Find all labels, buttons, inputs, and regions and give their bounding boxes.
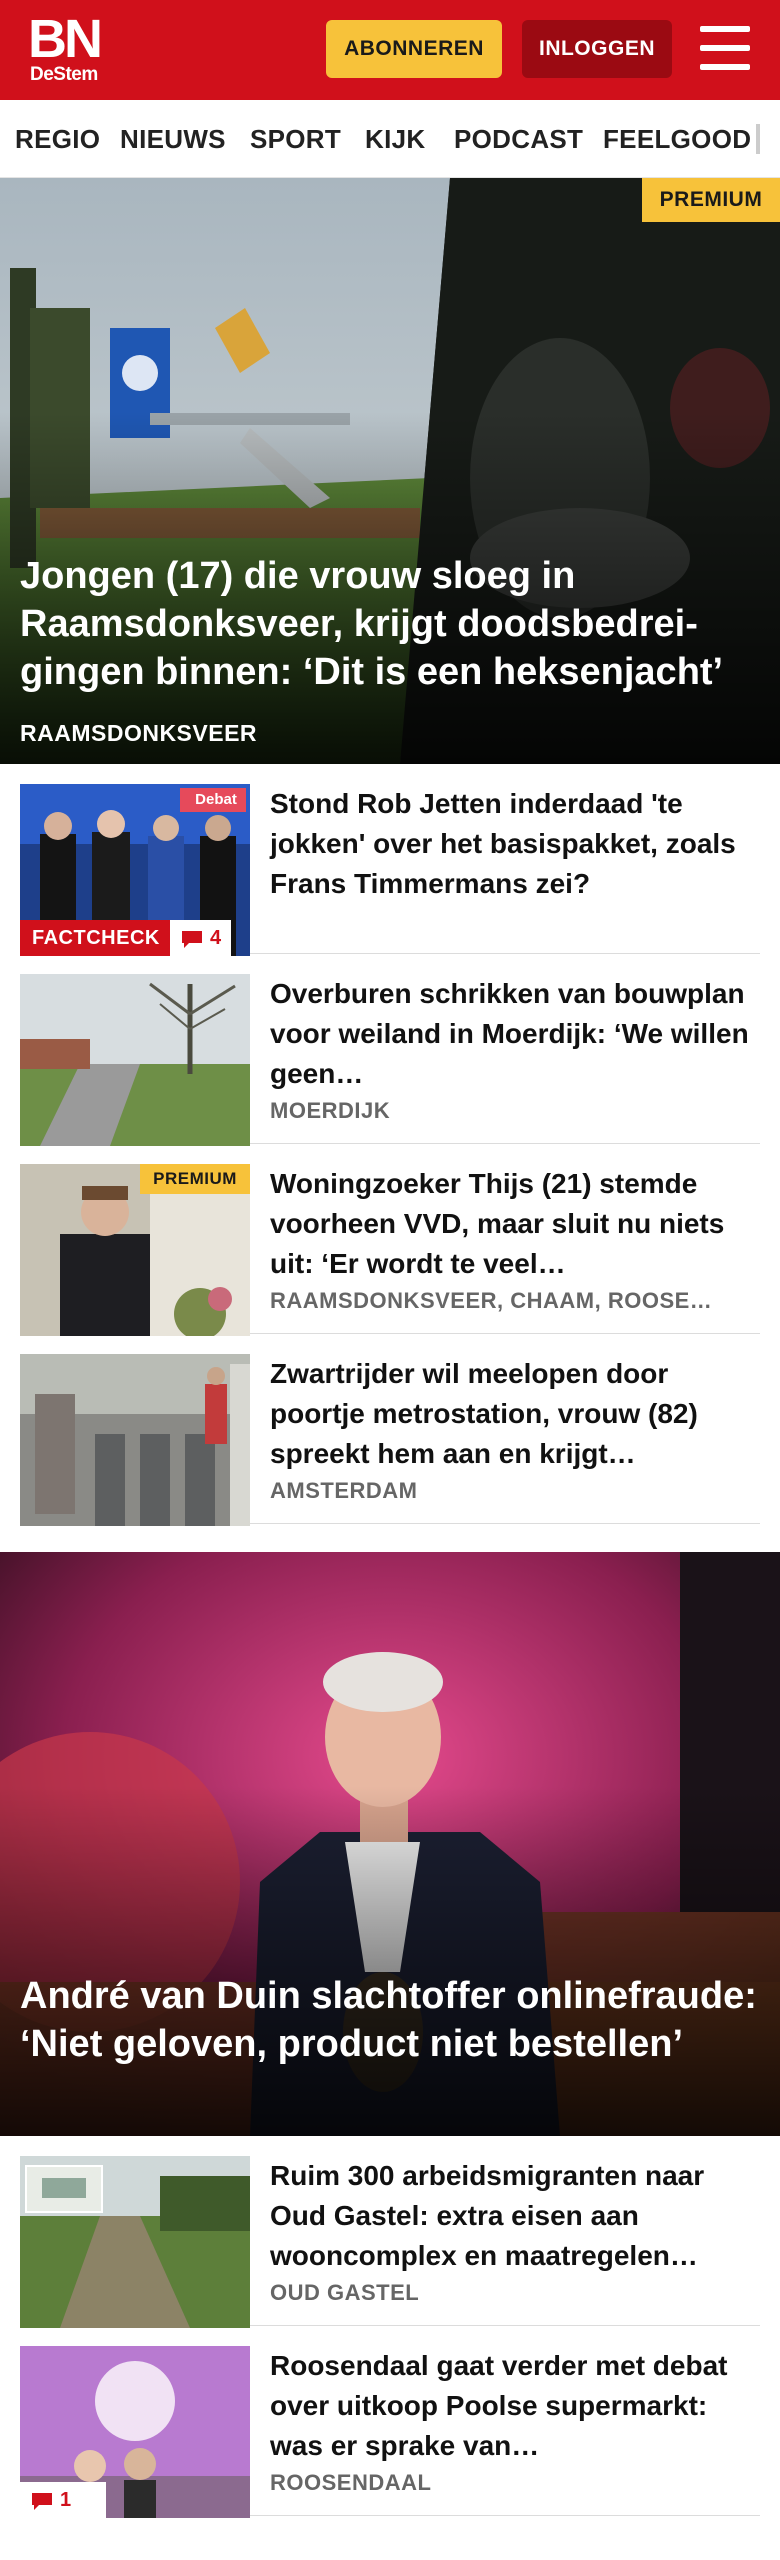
article-location-tag[interactable]: AMSTERDAM	[270, 1478, 760, 1504]
comment-icon	[182, 930, 202, 948]
logo-main-text: BN	[28, 9, 103, 69]
hero-2-title[interactable]: André van Duin slachtoffer onlinefraude:…	[20, 1972, 762, 2068]
article-title[interactable]: Ruim 300 arbeidsmigranten naar Oud Gaste…	[270, 2156, 760, 2276]
list-item[interactable]: Zwartrijder wil meelopen door poortje me…	[20, 1334, 760, 1526]
article-location-tag[interactable]: OUD GASTEL	[270, 2280, 760, 2306]
nav-item-sport[interactable]: SPORT	[250, 100, 341, 177]
hero-article-2[interactable]: André van Duin slachtoffer onlinefraude:…	[0, 1552, 780, 2136]
article-location-tag[interactable]: ROOSENDAAL	[270, 2470, 760, 2496]
list-item[interactable]: Debat FACTCHECK 4 Stond Rob Jetten inder…	[20, 764, 760, 956]
article-location-tag[interactable]: MOERDIJK	[270, 1098, 760, 1124]
list-item[interactable]: PREMIUM Woningzoeker Thijs (21) stemde v…	[20, 1144, 760, 1336]
nav-item-regio[interactable]: REGIO	[15, 100, 100, 177]
hero-1-location-tag[interactable]: RAAMSDONKSVEER	[20, 720, 257, 747]
comment-count[interactable]: 4	[170, 920, 232, 956]
nav-overflow-indicator	[756, 124, 760, 154]
article-location-tag[interactable]: RAAMSDONKSVEER, CHAAM, ROOSE…	[270, 1288, 760, 1314]
nav-item-nieuws[interactable]: NIEUWS	[120, 100, 226, 177]
article-title[interactable]: Zwartrijder wil meelopen door poortje me…	[270, 1354, 760, 1474]
site-header: BN DeStem ABONNEREN INLOGGEN	[0, 0, 780, 100]
premium-badge: PREMIUM	[140, 1164, 250, 1194]
comment-icon	[32, 2492, 52, 2510]
comment-count[interactable]: 1	[20, 2482, 82, 2518]
hero-1-title[interactable]: Jongen (17) die vrouw sloeg in Raamsdonk…	[20, 552, 762, 696]
article-title[interactable]: Roosendaal gaat verder met debat over ui…	[270, 2346, 760, 2466]
premium-badge: PREMIUM	[642, 178, 780, 222]
login-button[interactable]: INLOGGEN	[522, 20, 672, 78]
article-title[interactable]: Overburen schrikken van bouwplan voor we…	[270, 974, 760, 1094]
street-photo	[20, 974, 250, 1146]
site-logo[interactable]: BN DeStem	[28, 12, 118, 88]
list-item[interactable]: Ruim 300 arbeidsmigranten naar Oud Gaste…	[20, 2136, 760, 2328]
logo-sub-text: DeStem	[30, 64, 98, 85]
metro-station-photo	[20, 1354, 250, 1526]
factcheck-label: FACTCHECK	[20, 920, 172, 956]
hero-2-overlay	[0, 1785, 780, 2136]
article-thumbnail	[20, 974, 250, 1146]
article-title[interactable]: Woningzoeker Thijs (21) stemde voorheen …	[270, 1164, 760, 1284]
nav-item-podcast[interactable]: PODCAST	[454, 100, 583, 177]
nav-item-feelgood[interactable]: FEELGOOD	[603, 100, 751, 177]
article-title[interactable]: Stond Rob Jetten inderdaad 'te jokken' o…	[270, 784, 760, 904]
nav-item-kijk[interactable]: KIJK	[365, 100, 425, 177]
article-thumbnail	[20, 2156, 250, 2328]
comment-count-value: 1	[60, 2489, 72, 2511]
subscribe-button[interactable]: ABONNEREN	[326, 20, 502, 78]
list-item[interactable]: Overburen schrikken van bouwplan voor we…	[20, 954, 760, 1146]
hero-article-1[interactable]: PREMIUM Jongen (17) die vrouw sloeg in R…	[0, 178, 780, 764]
article-thumbnail: 1	[20, 2346, 250, 2518]
list-item[interactable]: 1 Roosendaal gaat verder met debat over …	[20, 2326, 760, 2518]
section-nav: REGIO NIEUWS SPORT KIJK PODCAST FEELGOOD	[0, 100, 780, 178]
comment-count-value: 4	[210, 927, 222, 949]
field-path-photo	[20, 2156, 250, 2328]
article-thumbnail: Debat FACTCHECK 4	[20, 784, 250, 956]
thumbnail-overlay-label: Debat	[195, 791, 237, 808]
article-thumbnail	[20, 1354, 250, 1526]
article-thumbnail: PREMIUM	[20, 1164, 250, 1336]
hamburger-menu-icon[interactable]	[700, 24, 752, 74]
